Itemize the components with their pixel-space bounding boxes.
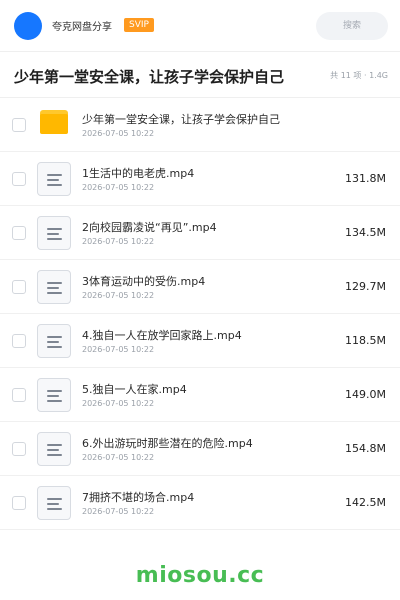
file-date: 2026-07-05 10:22 <box>82 453 155 462</box>
file-name: 5.独自一人在家.mp4 <box>82 383 187 396</box>
file-date: 2026-07-05 10:22 <box>82 291 155 300</box>
video-file-icon <box>37 486 71 520</box>
file-date: 2026-07-05 10:22 <box>82 345 155 354</box>
video-file-icon <box>37 324 71 358</box>
folder-summary: 共 11 项 · 1.4G <box>330 71 388 80</box>
page-title: 少年第一堂安全课，让孩子学会保护自己 <box>14 68 285 86</box>
select-checkbox[interactable] <box>12 280 26 294</box>
file-size: 129.7M <box>345 280 386 293</box>
list-item[interactable]: 1生活中的电老虎.mp4 2026-07-05 10:22 131.8M <box>0 152 400 206</box>
video-file-icon <box>37 270 71 304</box>
list-item[interactable]: 4.独自一人在放学回家路上.mp4 2026-07-05 10:22 118.5… <box>0 314 400 368</box>
file-size: 134.5M <box>345 226 386 239</box>
list-item[interactable]: 2向校园霸凌说“再见”.mp4 2026-07-05 10:22 134.5M <box>0 206 400 260</box>
file-date: 2026-07-05 10:22 <box>82 507 155 516</box>
select-checkbox[interactable] <box>12 172 26 186</box>
search-input[interactable]: 搜索 <box>316 12 388 40</box>
list-item[interactable]: 5.独自一人在家.mp4 2026-07-05 10:22 149.0M <box>0 368 400 422</box>
list-item[interactable]: 6.外出游玩时那些潜在的危险.mp4 2026-07-05 10:22 154.… <box>0 422 400 476</box>
select-checkbox[interactable] <box>12 118 26 132</box>
file-name: 7拥挤不堪的场合.mp4 <box>82 491 195 504</box>
file-name: 2向校园霸凌说“再见”.mp4 <box>82 221 217 234</box>
file-name: 3体育运动中的受伤.mp4 <box>82 275 206 288</box>
list-item[interactable]: 3体育运动中的受伤.mp4 2026-07-05 10:22 129.7M <box>0 260 400 314</box>
video-file-icon <box>37 378 71 412</box>
file-size: 154.8M <box>345 442 386 455</box>
file-name: 少年第一堂安全课，让孩子学会保护自己 <box>82 113 280 126</box>
footer: miosou.cc <box>0 548 400 600</box>
folder-icon <box>40 110 68 134</box>
file-list: 少年第一堂安全课，让孩子学会保护自己 2026-07-05 10:22 1生活中… <box>0 98 400 530</box>
file-date: 2026-07-05 10:22 <box>82 129 155 138</box>
list-item[interactable]: 少年第一堂安全课，让孩子学会保护自己 2026-07-05 10:22 <box>0 98 400 152</box>
select-checkbox[interactable] <box>12 496 26 510</box>
video-file-icon <box>37 216 71 250</box>
video-file-icon <box>37 432 71 466</box>
select-checkbox[interactable] <box>12 442 26 456</box>
file-date: 2026-07-05 10:22 <box>82 183 155 192</box>
select-checkbox[interactable] <box>12 388 26 402</box>
list-item[interactable]: 7拥挤不堪的场合.mp4 2026-07-05 10:22 142.5M <box>0 476 400 530</box>
select-checkbox[interactable] <box>12 334 26 348</box>
site-watermark: miosou.cc <box>135 563 265 588</box>
file-name: 4.独自一人在放学回家路上.mp4 <box>82 329 242 342</box>
file-name: 1生活中的电老虎.mp4 <box>82 167 195 180</box>
top-bar: 夸克网盘分享 SVIP 搜索 <box>0 0 400 52</box>
file-name: 6.外出游玩时那些潜在的危险.mp4 <box>82 437 253 450</box>
file-size: 118.5M <box>345 334 386 347</box>
video-file-icon <box>37 162 71 196</box>
folder-header: 少年第一堂安全课，让孩子学会保护自己 共 11 项 · 1.4G <box>0 52 400 98</box>
file-date: 2026-07-05 10:22 <box>82 399 155 408</box>
file-size: 131.8M <box>345 172 386 185</box>
file-date: 2026-07-05 10:22 <box>82 237 155 246</box>
svip-badge: SVIP <box>124 18 154 32</box>
file-size: 149.0M <box>345 388 386 401</box>
account-name: 夸克网盘分享 <box>52 22 112 33</box>
file-size: 142.5M <box>345 496 386 509</box>
select-checkbox[interactable] <box>12 226 26 240</box>
avatar[interactable] <box>14 12 42 40</box>
